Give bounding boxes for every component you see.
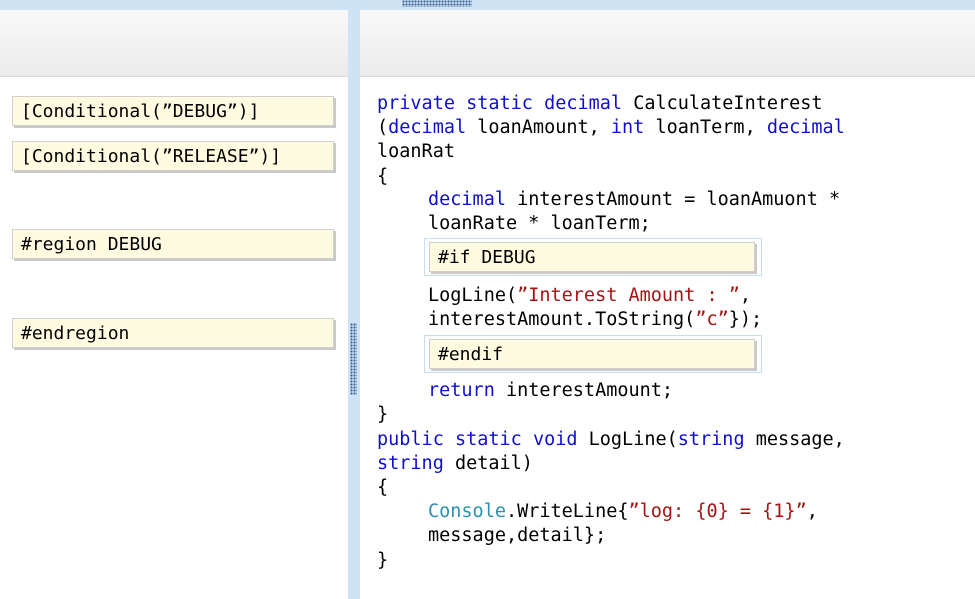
code-keyword: static <box>466 93 533 114</box>
code-text: ( <box>377 117 389 138</box>
code-text: interestAmount; <box>494 380 674 401</box>
code-text: interestAmount = loanAmuont * <box>505 189 841 210</box>
token-conditional-debug[interactable]: [Conditional(”DEBUG”)] <box>12 96 334 126</box>
code-text: detail) <box>443 453 533 474</box>
code-line: Console.WriteLine{”log: {0} = {1}”, <box>428 500 818 524</box>
code-keyword: private <box>377 93 455 114</box>
code-line: private static decimal CalculateInterest <box>377 92 823 116</box>
code-text: }); <box>728 309 763 330</box>
token-source-pane: [Conditional(”DEBUG”)] [Conditional(”REL… <box>0 77 348 599</box>
code-text: message, <box>744 429 845 450</box>
placed-token-endif[interactable]: #endif <box>429 339 755 369</box>
code-line: public static void LogLine(string messag… <box>377 428 845 452</box>
pane-splitter[interactable] <box>348 10 360 599</box>
code-keyword: decimal <box>766 117 845 138</box>
code-line: } <box>377 550 389 571</box>
right-pane-header <box>360 10 975 77</box>
token-region-debug[interactable]: #region DEBUG <box>12 229 334 259</box>
code-text: LogLine( <box>588 429 678 450</box>
placed-token-if-debug[interactable]: #if DEBUG <box>429 242 755 272</box>
code-keyword: void <box>532 429 578 450</box>
code-string: ”Interest Amount : ” <box>517 285 740 306</box>
code-line: (decimal loanAmount, int loanTerm, decim… <box>377 116 845 140</box>
code-line: { <box>377 166 389 187</box>
code-keyword: string <box>377 453 444 474</box>
code-keyword: public <box>377 429 444 450</box>
drop-target-1[interactable]: #if DEBUG <box>424 238 762 276</box>
code-text: .WriteLine{ <box>505 501 629 522</box>
code-line: loanRat <box>377 141 455 162</box>
code-line: { <box>377 477 389 498</box>
code-keyword: decimal <box>544 93 623 114</box>
code-string: ”c” <box>695 309 729 330</box>
code-target-pane: private static decimal CalculateInterest… <box>360 77 975 599</box>
code-string: ”log: {0} = {1}” <box>628 501 807 522</box>
code-text: LogLine( <box>428 285 518 306</box>
top-resize-grip[interactable] <box>402 0 472 7</box>
code-text: CalculateInterest <box>633 93 823 114</box>
code-keyword: static <box>454 429 522 450</box>
drop-target-2[interactable]: #endif <box>424 335 762 373</box>
code-type: Console <box>428 501 506 522</box>
code-keyword: decimal <box>388 117 467 138</box>
code-keyword: decimal <box>428 189 506 210</box>
top-strip <box>0 0 975 10</box>
code-text: interestAmount.ToString( <box>428 309 696 330</box>
code-line: loanRate * loanTerm; <box>428 213 651 234</box>
code-line: } <box>377 404 389 425</box>
code-keyword: int <box>610 117 645 138</box>
code-keyword: string <box>677 429 745 450</box>
code-text: , <box>739 285 752 306</box>
token-endregion[interactable]: #endregion <box>12 318 334 348</box>
code-line: message,detail}; <box>428 525 607 546</box>
code-text: loanTerm, <box>644 117 767 138</box>
code-line: interestAmount.ToString(”c”}); <box>428 308 762 332</box>
token-conditional-release[interactable]: [Conditional(”RELEASE”)] <box>12 141 334 171</box>
code-keyword: return <box>428 380 495 401</box>
left-pane-header <box>0 10 348 77</box>
code-text: , <box>806 501 818 522</box>
code-line: decimal interestAmount = loanAmuont * <box>428 188 840 212</box>
code-line: return interestAmount; <box>428 379 673 403</box>
code-text: loanAmount, <box>466 117 611 138</box>
code-line: string detail) <box>377 452 533 476</box>
code-line: LogLine(”Interest Amount : ”, <box>428 284 751 308</box>
splitter-grip[interactable] <box>350 323 357 395</box>
